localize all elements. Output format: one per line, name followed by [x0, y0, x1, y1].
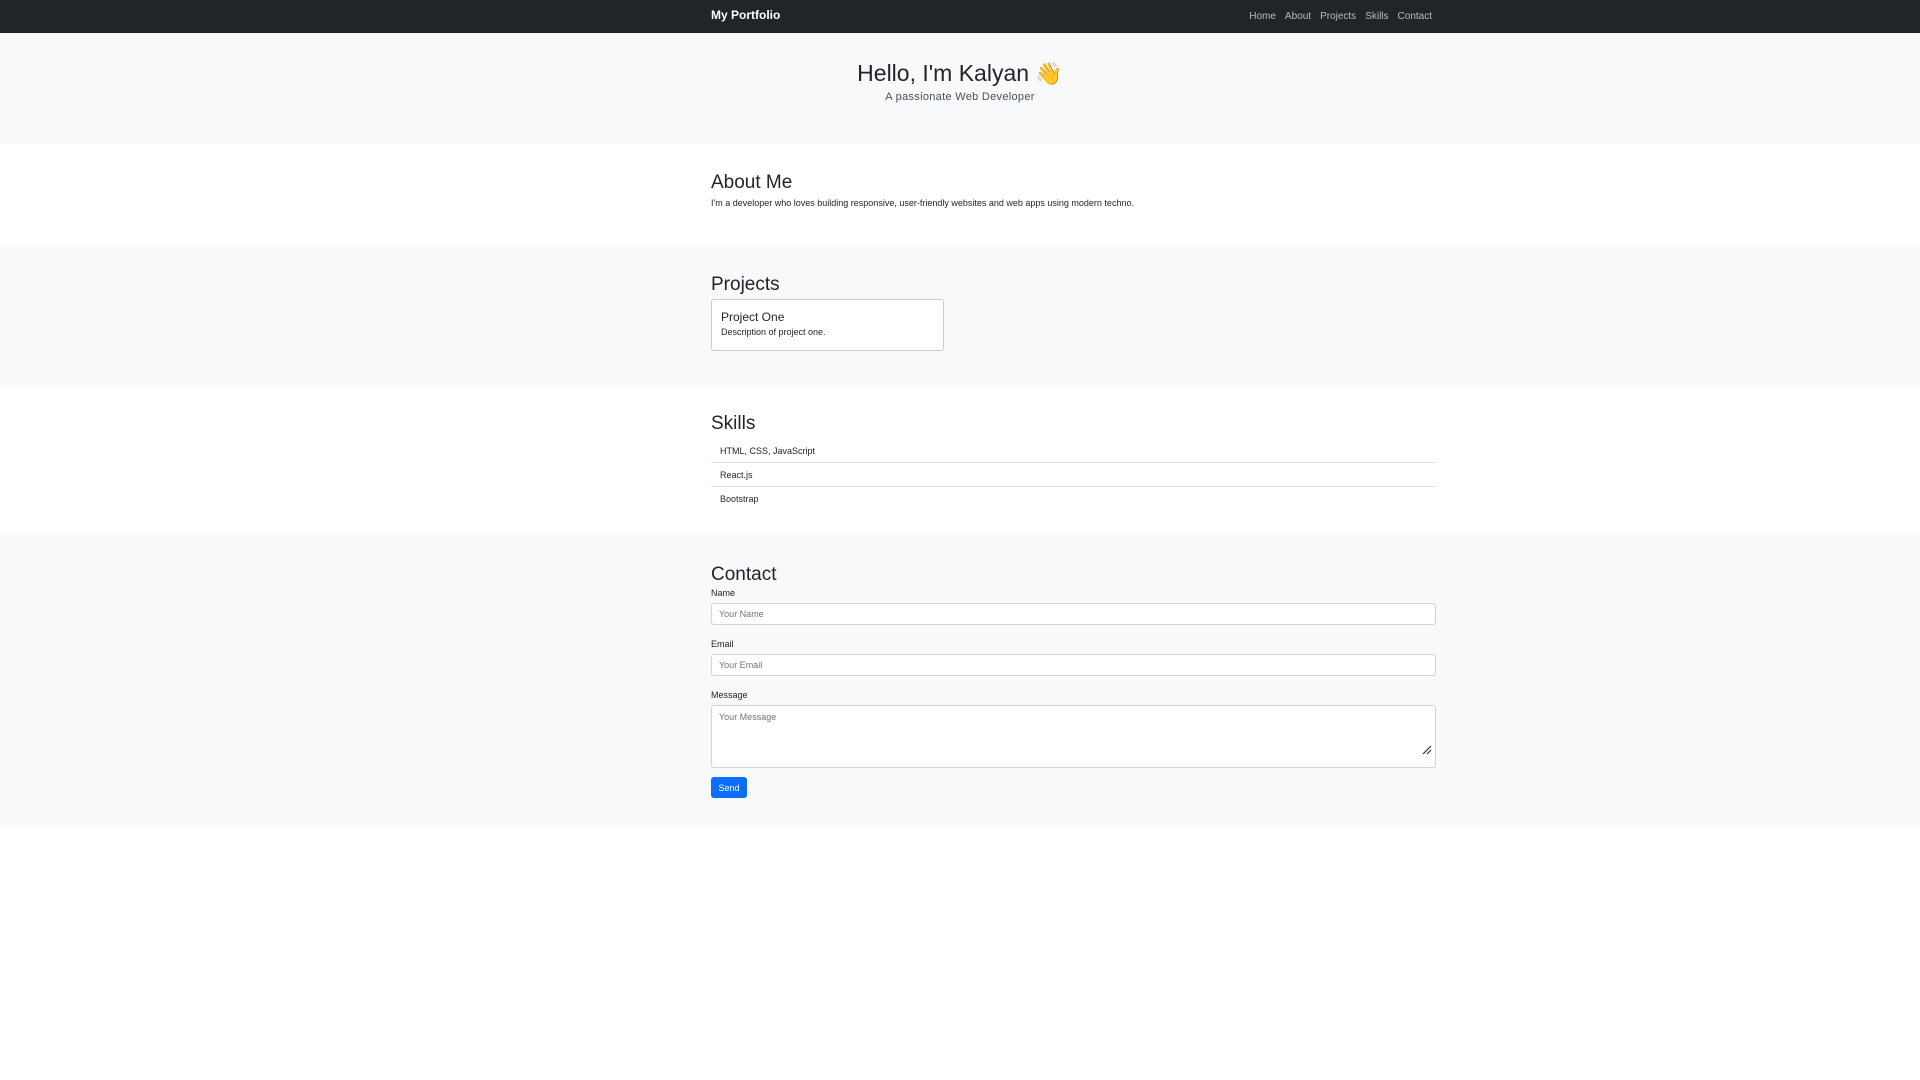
hero-title: Hello, I'm Kalyan 👋 — [0, 60, 1920, 87]
contact-section: Contact Name Email Message Send — [0, 535, 1920, 825]
navbar: My Portfolio Home About Projects Skills … — [0, 0, 1920, 33]
skills-list: HTML, CSS, JavaScript React.js Bootstrap — [711, 439, 1436, 511]
nav-link-home[interactable]: Home — [1249, 11, 1276, 22]
nav-link-skills[interactable]: Skills — [1365, 11, 1388, 22]
resize-handle-icon[interactable] — [1422, 745, 1432, 755]
project-card-description: Description of project one. — [721, 327, 826, 337]
nav-links: Home About Projects Skills Contact — [1249, 11, 1432, 22]
nav-link-projects[interactable]: Projects — [1320, 11, 1356, 22]
nav-link-about[interactable]: About — [1285, 11, 1311, 22]
about-heading: About Me — [711, 172, 793, 193]
skill-item: HTML, CSS, JavaScript — [711, 439, 1436, 463]
waving-hand-icon: 👋 — [1035, 61, 1063, 86]
hero-title-text: Hello, I'm Kalyan — [857, 60, 1030, 86]
name-label: Name — [711, 588, 736, 598]
navbar-brand[interactable]: My Portfolio — [711, 8, 780, 22]
hero-section: Hello, I'm Kalyan 👋 A passionate Web Dev… — [0, 33, 1920, 143]
email-input[interactable] — [711, 654, 1436, 676]
project-card-title: Project One — [721, 310, 785, 324]
about-text: I'm a developer who loves building respo… — [711, 198, 1134, 208]
skills-heading: Skills — [711, 413, 756, 434]
message-textarea[interactable] — [711, 705, 1436, 768]
contact-form: Name Email Message Send — [711, 588, 1436, 798]
message-wrapper — [711, 705, 1436, 768]
about-section: About Me I'm a developer who loves build… — [0, 143, 1920, 245]
message-label: Message — [711, 690, 748, 700]
skill-item: React.js — [711, 463, 1436, 487]
skill-item: Bootstrap — [720, 494, 759, 504]
name-input[interactable] — [711, 603, 1436, 625]
skills-section: Skills HTML, CSS, JavaScript React.js Bo… — [0, 385, 1920, 535]
email-label: Email — [711, 639, 734, 649]
projects-heading: Projects — [711, 274, 780, 295]
hero-subtitle: A passionate Web Developer — [885, 91, 1035, 103]
send-button[interactable]: Send — [711, 777, 747, 798]
contact-heading: Contact — [711, 564, 777, 585]
projects-section: Projects Project One Description of proj… — [0, 245, 1920, 385]
nav-link-contact[interactable]: Contact — [1398, 11, 1432, 22]
project-card: Project One Description of project one. — [711, 299, 944, 351]
